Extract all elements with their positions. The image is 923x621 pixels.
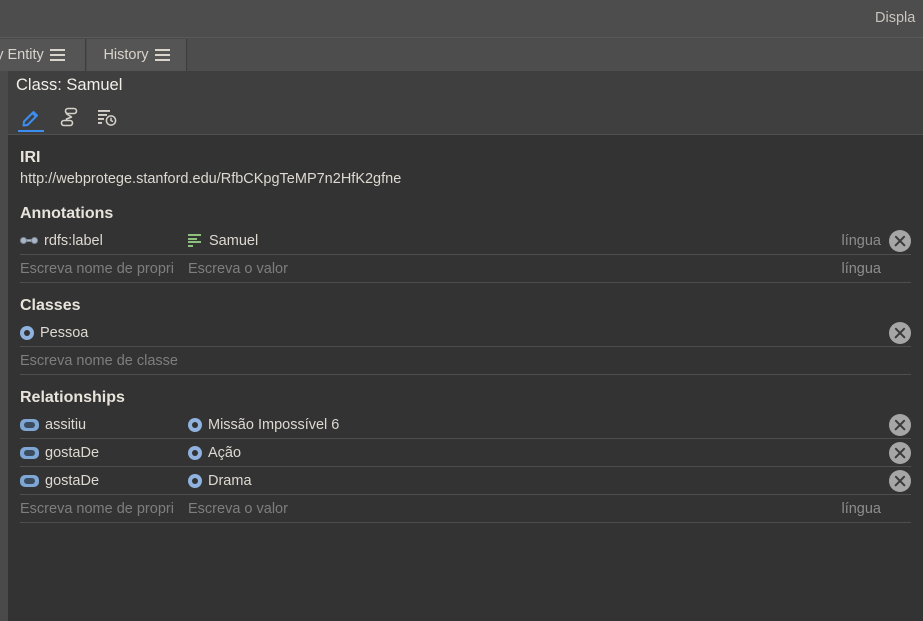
relationship-value-cell[interactable]: Ação: [188, 445, 889, 461]
literal-icon: [188, 234, 203, 248]
object-property-icon: [20, 474, 39, 487]
display-menu-label[interactable]: Displa: [875, 10, 923, 26]
delete-relationship-button[interactable]: [889, 413, 911, 436]
class-value-cell[interactable]: Pessoa: [20, 325, 889, 341]
history-clock-icon: [98, 110, 117, 126]
relationship-new-value-input[interactable]: Escreva o valor: [188, 501, 779, 517]
annotation-property-icon: [20, 234, 38, 248]
webprotege-window: Displa y Entity History Class: Samuel IR…: [0, 0, 923, 621]
edit-pencil-icon: [22, 111, 38, 127]
relationship-value-label: Ação: [208, 444, 242, 461]
relationship-value-cell[interactable]: Drama: [188, 473, 889, 489]
class-label: Pessoa: [40, 324, 89, 341]
row-spacer: [889, 498, 911, 520]
delete-relationship-button[interactable]: [889, 441, 911, 464]
annotation-value-cell[interactable]: Samuel: [188, 233, 779, 249]
relationship-value-label: Missão Impossível 6: [208, 416, 340, 433]
relationship-new-row[interactable]: Escreva nome de propri Escreva o valor l…: [20, 495, 911, 523]
tab-history[interactable]: History: [87, 39, 187, 71]
tab-query-entity[interactable]: y Entity: [0, 39, 86, 71]
delete-annotation-button[interactable]: [889, 229, 911, 252]
section-title-annotations: Annotations: [20, 205, 114, 222]
class-icon: [20, 325, 34, 340]
class-new-row[interactable]: Escreva nome de classe: [20, 347, 911, 375]
relationship-row[interactable]: assitiu Missão Impossível 6: [20, 411, 911, 439]
tab-strip: y Entity History: [0, 39, 923, 71]
row-spacer: [889, 258, 911, 280]
delete-relationship-button[interactable]: [889, 469, 911, 492]
tab-history-label: History: [103, 47, 149, 63]
section-title-classes: Classes: [20, 297, 81, 314]
hamburger-icon[interactable]: [154, 49, 170, 61]
annotation-property-label: rdfs:label: [44, 232, 103, 249]
top-bar: Displa: [0, 0, 923, 38]
tab-change-history[interactable]: [88, 99, 126, 135]
class-hierarchy-icon: [60, 107, 78, 127]
tab-strip-filler: [188, 39, 923, 71]
entity-header: Class: Samuel: [8, 71, 923, 99]
delete-class-button[interactable]: [889, 321, 911, 344]
class-row[interactable]: Pessoa: [20, 319, 911, 347]
class-icon: [188, 417, 202, 432]
hamburger-icon[interactable]: [49, 49, 65, 61]
tab-edit-pencil[interactable]: [12, 99, 50, 135]
relationship-value-label: Drama: [208, 472, 252, 489]
section-title-relationships: Relationships: [20, 389, 125, 406]
relationship-new-property-input[interactable]: Escreva nome de propri: [20, 501, 188, 517]
relationship-row[interactable]: gostaDe Ação: [20, 439, 911, 467]
annotation-row[interactable]: rdfs:label Samuel língua: [20, 227, 911, 255]
relationship-property-cell[interactable]: gostaDe: [20, 473, 188, 489]
entity-view-toolbar: [8, 99, 923, 135]
relationship-property-cell[interactable]: gostaDe: [20, 445, 188, 461]
entity-form: IRI http://webprotege.stanford.edu/RfbCK…: [8, 135, 923, 621]
class-icon: [188, 445, 202, 460]
annotation-new-value-input[interactable]: Escreva o valor: [188, 261, 779, 277]
annotation-new-language-input[interactable]: língua: [779, 261, 889, 277]
page-title: Class: Samuel: [16, 75, 123, 94]
annotation-new-row[interactable]: Escreva nome de propri Escreva o valor l…: [20, 255, 911, 283]
annotation-new-property-input[interactable]: Escreva nome de propri: [20, 261, 188, 277]
relationship-property-label: gostaDe: [45, 472, 100, 489]
object-property-icon: [20, 446, 39, 459]
class-new-input[interactable]: Escreva nome de classe: [20, 353, 889, 369]
annotation-property-cell[interactable]: rdfs:label: [20, 233, 188, 249]
relationship-row[interactable]: gostaDe Drama: [20, 467, 911, 495]
relationship-property-label: assitiu: [45, 416, 87, 433]
class-icon: [188, 473, 202, 488]
relationship-value-cell[interactable]: Missão Impossível 6: [188, 417, 889, 433]
relationship-property-label: gostaDe: [45, 444, 100, 461]
object-property-icon: [20, 418, 39, 431]
iri-value: http://webprotege.stanford.edu/RfbCKpgTe…: [20, 171, 402, 187]
relationship-property-cell[interactable]: assitiu: [20, 417, 188, 433]
row-spacer: [889, 350, 911, 372]
annotation-language-field[interactable]: língua: [779, 233, 889, 249]
tab-query-entity-label: y Entity: [0, 47, 44, 63]
tab-class-hierarchy[interactable]: [50, 99, 88, 135]
relationship-new-language-input[interactable]: língua: [779, 501, 889, 517]
section-title-iri: IRI: [20, 149, 41, 166]
annotation-value-label: Samuel: [209, 232, 259, 249]
